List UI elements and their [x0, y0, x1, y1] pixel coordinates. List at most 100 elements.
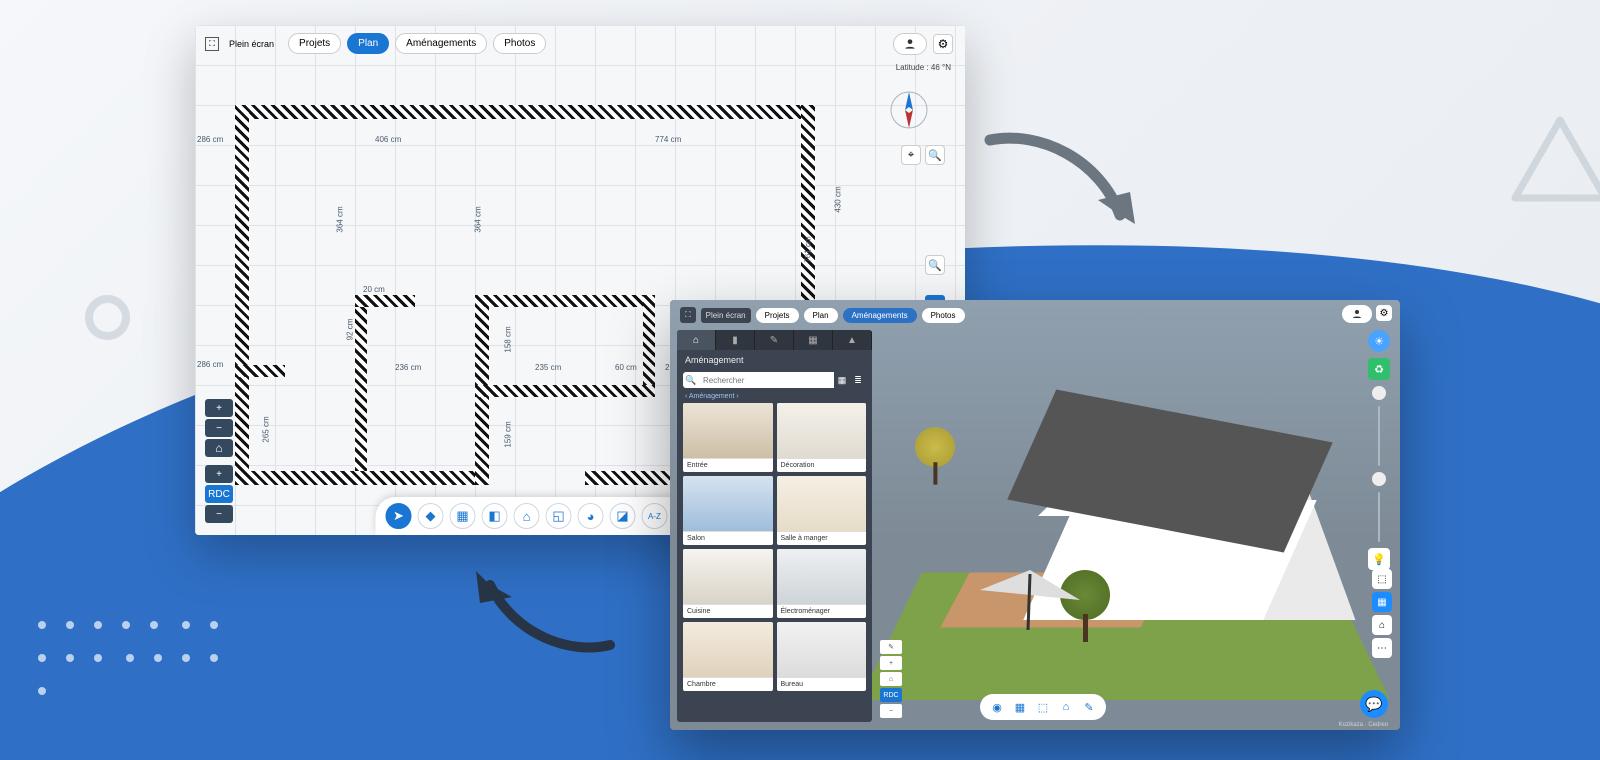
slider-track[interactable] [1378, 492, 1380, 542]
right-view-strip: ⬚ ▦ ⌂ ⋯ [1372, 569, 1392, 658]
panel-tab-wall-icon[interactable]: ▮ [716, 330, 755, 350]
zoom-in-button[interactable]: 🔍 [925, 145, 945, 165]
light-button[interactable]: 💡 [1368, 548, 1390, 570]
dim-label: 364 cm [336, 206, 345, 232]
tool-3d[interactable]: ◱ [546, 503, 572, 529]
fullscreen-icon[interactable]: ⛶ [680, 307, 696, 323]
dim-label: 236 cm [395, 363, 421, 372]
dim-label: 158 cm [504, 326, 513, 352]
category-card-bureau[interactable]: Bureau [777, 622, 867, 691]
floor-plus-button[interactable]: + [205, 399, 233, 417]
avatar-icon[interactable] [1342, 305, 1372, 323]
zoom-target-button[interactable]: ⌖ [901, 145, 921, 165]
fullscreen-label: Plein écran [701, 308, 751, 323]
tab-projects[interactable]: Projets [288, 33, 341, 54]
floor-plus2-button[interactable]: + [205, 465, 233, 483]
tool-cursor[interactable]: ➤ [386, 503, 412, 529]
parasol-icon [970, 550, 1090, 645]
arrow-right-icon [980, 120, 1150, 265]
tool-layers[interactable]: ◆ [418, 503, 444, 529]
tree-icon [915, 427, 955, 483]
floor-selector: + − ⌂ + RDC − [205, 399, 233, 525]
tab-photos[interactable]: Photos [493, 33, 546, 54]
category-card-salon[interactable]: Salon [683, 476, 773, 545]
dock-section-icon[interactable]: ⬚ [1034, 698, 1052, 716]
floor-home-button[interactable]: ⌂ [880, 672, 902, 686]
view-walk-button[interactable]: ⌂ [1372, 615, 1392, 635]
dock-orbit-icon[interactable]: ◉ [988, 698, 1006, 716]
credits-label: Kozikaza · Cedreo [1339, 722, 1388, 728]
floor-plus-button[interactable]: + [880, 656, 902, 670]
category-card-electromenager[interactable]: Électroménager [777, 549, 867, 618]
gear-icon[interactable]: ⚙ [1376, 305, 1392, 321]
search-icon: 🔍 [683, 372, 699, 388]
floor-minus-button[interactable]: − [205, 419, 233, 437]
panel-breadcrumb[interactable]: ‹ Aménagement › [677, 390, 872, 403]
tool-slab[interactable]: ◧ [482, 503, 508, 529]
dim-label: 761 cm [804, 236, 813, 262]
eco-button[interactable]: ♻ [1368, 358, 1390, 380]
tab-plan[interactable]: Plan [347, 33, 389, 54]
latitude-readout: Latitude : 46 °N [896, 63, 951, 72]
tool-color[interactable]: ◕ [578, 503, 604, 529]
compass-icon[interactable] [888, 89, 930, 131]
panel-search: 🔍 ▦ ≣ [683, 372, 866, 388]
slider-handle[interactable] [1372, 386, 1386, 400]
bottom-dock-3d: ◉ ▦ ⬚ ⌂ ✎ [980, 694, 1106, 720]
tab-plan[interactable]: Plan [804, 308, 838, 323]
zoom-group: ⌖ 🔍 [901, 145, 945, 165]
chat-button[interactable]: 💬 [1360, 690, 1388, 718]
slider-track[interactable] [1378, 406, 1380, 466]
top-tabbar: ⛶ Plein écran Projets Plan Aménagements … [205, 33, 546, 54]
floor-home-button[interactable]: ⌂ [205, 439, 233, 457]
dock-home-icon[interactable]: ⌂ [1057, 698, 1075, 716]
search-input[interactable] [699, 376, 834, 385]
dim-label: 60 cm [615, 363, 637, 372]
tab-amenagements[interactable]: Aménagements [843, 308, 917, 323]
view-options-button[interactable]: ⋯ [1372, 638, 1392, 658]
tab-amenagements[interactable]: Aménagements [395, 33, 487, 54]
view-list-icon[interactable]: ≣ [850, 372, 866, 388]
category-card-chambre[interactable]: Chambre [683, 622, 773, 691]
panel-title: Aménagement [677, 350, 872, 370]
tab-photos[interactable]: Photos [922, 308, 965, 323]
fullscreen-icon[interactable]: ⛶ [205, 37, 219, 51]
dim-label: 286 cm [197, 135, 223, 144]
gear-icon[interactable]: ⚙ [933, 34, 953, 54]
floor-selector-3d: ✎ + ⌂ RDC − [880, 640, 902, 720]
category-card-decoration[interactable]: Décoration [777, 403, 867, 472]
panel-tab-roof-icon[interactable]: ▲ [833, 330, 872, 350]
floor-rdc-button[interactable]: RDC [205, 485, 233, 503]
tool-eraser[interactable]: ◪ [610, 503, 636, 529]
view-iso-button[interactable]: ⬚ [1372, 569, 1392, 589]
floor-minus2-button[interactable]: − [205, 505, 233, 523]
panel-tabs: ⌂ ▮ ✎ ▦ ▲ [677, 330, 872, 350]
weather-button[interactable]: ☀ [1368, 330, 1390, 352]
category-card-entree[interactable]: Entrée [683, 403, 773, 472]
fullscreen-label: Plein écran [229, 39, 274, 49]
view-top-button[interactable]: ▦ [1372, 592, 1392, 612]
tool-room[interactable]: ▦ [450, 503, 476, 529]
view-grid-icon[interactable]: ▦ [834, 372, 850, 388]
dim-label: 159 cm [504, 421, 513, 447]
tab-projects[interactable]: Projets [756, 308, 799, 323]
dim-label: 265 cm [262, 416, 271, 442]
floor-minus-button[interactable]: − [880, 704, 902, 718]
category-grid: Entrée Décoration Salon Salle à manger C… [677, 403, 872, 691]
slider-handle[interactable] [1372, 472, 1386, 486]
dock-grid-icon[interactable]: ▦ [1011, 698, 1029, 716]
profile-area: ⚙ [893, 33, 953, 55]
tool-roof[interactable]: ⌂ [514, 503, 540, 529]
avatar-icon[interactable] [893, 33, 927, 55]
floor-rdc-button[interactable]: RDC [880, 688, 902, 702]
category-card-salleamanger[interactable]: Salle à manger [777, 476, 867, 545]
panel-tab-grid-icon[interactable]: ▦ [794, 330, 833, 350]
dim-label: 430 cm [834, 186, 843, 212]
floor-note-button[interactable]: ✎ [880, 640, 902, 654]
zoom-fit-button[interactable]: 🔍 [925, 255, 945, 275]
tool-label[interactable]: A-Z [642, 503, 668, 529]
category-card-cuisine[interactable]: Cuisine [683, 549, 773, 618]
panel-tab-home-icon[interactable]: ⌂ [677, 330, 716, 350]
dock-edit-icon[interactable]: ✎ [1080, 698, 1098, 716]
panel-tab-paint-icon[interactable]: ✎ [755, 330, 794, 350]
